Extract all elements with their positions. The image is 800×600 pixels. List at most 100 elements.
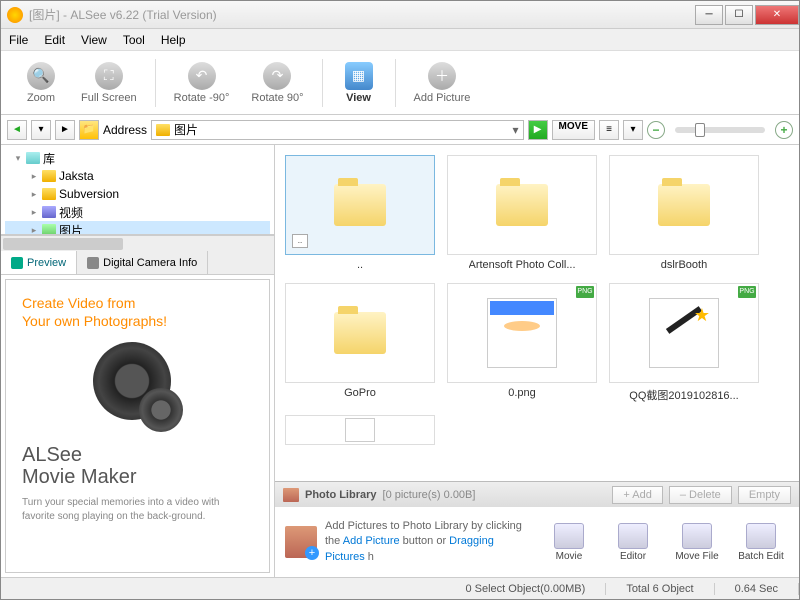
view-button[interactable]: ▦View xyxy=(331,58,387,108)
tree-item[interactable]: ▸视频 xyxy=(5,203,270,221)
preview-panel: Create Video fromYour own Photographs! A… xyxy=(5,279,270,573)
sort-button[interactable]: ≡ xyxy=(599,120,619,140)
thumb-folder[interactable]: Artensoft Photo Coll... xyxy=(447,155,597,271)
promo-text: Turn your special memories into a video … xyxy=(22,496,253,524)
rotate-left-icon: ↶ xyxy=(188,62,216,90)
library-count: [0 picture(s) 0.00B] xyxy=(383,489,476,501)
tree-root[interactable]: ▾库 xyxy=(5,149,270,167)
zoom-button[interactable]: 🔍 Zoom xyxy=(13,58,69,108)
menu-edit[interactable]: Edit xyxy=(44,33,65,47)
thumb-folder[interactable]: GoPro xyxy=(285,283,435,403)
thumb-label: GoPro xyxy=(344,387,376,399)
zoom-slider[interactable] xyxy=(675,127,765,133)
thumb-partial[interactable] xyxy=(285,415,435,445)
folder-icon xyxy=(156,124,170,136)
nav-back-button[interactable]: ◄ xyxy=(7,120,27,140)
view-icon: ▦ xyxy=(345,62,373,90)
action-label: Editor xyxy=(620,551,646,562)
sort-dropdown[interactable]: ▾ xyxy=(623,120,643,140)
zoom-out-button[interactable]: − xyxy=(647,121,665,139)
tab-preview-label: Preview xyxy=(27,257,66,269)
fullscreen-label: Full Screen xyxy=(81,92,137,104)
address-input[interactable]: 图片 ▾ xyxy=(151,120,524,140)
rotate-right-button[interactable]: ↷Rotate 90° xyxy=(241,58,313,108)
action-editor[interactable]: Editor xyxy=(605,523,661,562)
action-label: Move File xyxy=(675,551,718,562)
close-button[interactable]: ✕ xyxy=(755,5,799,25)
zoom-in-button[interactable]: + xyxy=(775,121,793,139)
tree-item[interactable]: ▸Jaksta xyxy=(5,167,270,185)
menu-file[interactable]: File xyxy=(9,33,28,47)
promo-title: ALSeeMovie Maker xyxy=(22,444,253,488)
status-bar: 0 Select Object(0.00MB) Total 6 Object 0… xyxy=(1,577,799,599)
add-picture-button[interactable]: ＋ Add Picture xyxy=(404,58,481,108)
thumb-image[interactable]: ★PNGQQ截图2019102816... xyxy=(609,283,759,403)
maximize-button[interactable]: ☐ xyxy=(725,5,753,25)
thumbnail-grid: .... Artensoft Photo Coll... dslrBooth G… xyxy=(275,145,799,481)
add-picture-label: Add Picture xyxy=(414,92,471,104)
nav-up-button[interactable]: 📁 xyxy=(79,120,99,140)
thumb-label: .. xyxy=(357,259,363,271)
thumb-label: Artensoft Photo Coll... xyxy=(469,259,576,271)
tree-hscroll[interactable] xyxy=(1,235,274,251)
add-picture-link[interactable]: Add Picture xyxy=(343,535,400,547)
thumb-up[interactable]: .... xyxy=(285,155,435,271)
promo-heading: Create Video fromYour own Photographs! xyxy=(22,294,253,330)
toolbar-separator xyxy=(155,59,156,107)
menubar: File Edit View Tool Help xyxy=(1,29,799,51)
batch-icon xyxy=(746,523,776,549)
rotate-left-label: Rotate -90° xyxy=(174,92,230,104)
add-picture-icon: ＋ xyxy=(428,62,456,90)
tree-root-label: 库 xyxy=(43,150,55,167)
film-reel-icon xyxy=(93,342,183,432)
rotate-right-label: Rotate 90° xyxy=(251,92,303,104)
slider-thumb[interactable] xyxy=(695,123,705,137)
rotate-left-button[interactable]: ↶ Rotate -90° xyxy=(164,58,240,108)
tree-item[interactable]: ▸Subversion xyxy=(5,185,270,203)
zoom-label: Zoom xyxy=(27,92,55,104)
editor-icon xyxy=(618,523,648,549)
tree-item-label: Subversion xyxy=(59,187,119,201)
fullscreen-button[interactable]: ⛶Full Screen xyxy=(71,58,147,108)
address-label: Address xyxy=(103,123,147,137)
nav-fwd-button[interactable]: ▾ xyxy=(31,120,51,140)
toolbar-separator xyxy=(395,59,396,107)
status-total: Total 6 Object xyxy=(606,583,714,595)
tab-camera-info[interactable]: Digital Camera Info xyxy=(77,251,208,274)
address-bar: ◄ ▾ ► 📁 Address 图片 ▾ ▶ MOVE ≡ ▾ − + xyxy=(1,115,799,145)
menu-view[interactable]: View xyxy=(81,33,107,47)
thumb-image[interactable]: PNG 0.png xyxy=(447,283,597,403)
tab-preview[interactable]: Preview xyxy=(1,251,77,274)
minimize-button[interactable]: ─ xyxy=(695,5,723,25)
left-pane: ▾库 ▸Jaksta ▸Subversion ▸视频 ▸图片 Preview D… xyxy=(1,145,275,577)
action-movie[interactable]: Movie xyxy=(541,523,597,562)
thumb-label: 0.png xyxy=(508,387,536,399)
nav-next-button[interactable]: ► xyxy=(55,120,75,140)
action-label: Batch Edit xyxy=(738,551,784,562)
library-add-button[interactable]: + Add xyxy=(612,486,662,504)
action-batch[interactable]: Batch Edit xyxy=(733,523,789,562)
thumb-folder[interactable]: dslrBooth xyxy=(609,155,759,271)
menu-tool[interactable]: Tool xyxy=(123,33,145,47)
png-badge: PNG xyxy=(576,286,594,298)
movie-icon xyxy=(554,523,584,549)
content-pane: .... Artensoft Photo Coll... dslrBooth G… xyxy=(275,145,799,577)
action-label: Movie xyxy=(556,551,583,562)
titlebar: [图片] - ALSee v6.22 (Trial Version) ─ ☐ ✕ xyxy=(1,1,799,29)
action-movefile[interactable]: Move File xyxy=(669,523,725,562)
library-icon xyxy=(283,488,299,502)
png-badge: PNG xyxy=(738,286,756,298)
go-button[interactable]: ▶ xyxy=(528,120,548,140)
library-bar: Photo Library [0 picture(s) 0.00B] + Add… xyxy=(275,481,799,507)
address-value: 图片 xyxy=(174,121,198,138)
library-empty-button[interactable]: Empty xyxy=(738,486,791,504)
box-add-icon xyxy=(285,526,317,558)
tree-item-selected[interactable]: ▸图片 xyxy=(5,221,270,235)
library-delete-button[interactable]: – Delete xyxy=(669,486,732,504)
thumb-label: QQ截图2019102816... xyxy=(629,387,738,403)
menu-help[interactable]: Help xyxy=(161,33,186,47)
zoom-icon: 🔍 xyxy=(27,62,55,90)
folder-tree[interactable]: ▾库 ▸Jaksta ▸Subversion ▸视频 ▸图片 xyxy=(1,145,274,235)
tree-item-label: 图片 xyxy=(59,222,83,236)
move-button[interactable]: MOVE xyxy=(552,120,595,140)
